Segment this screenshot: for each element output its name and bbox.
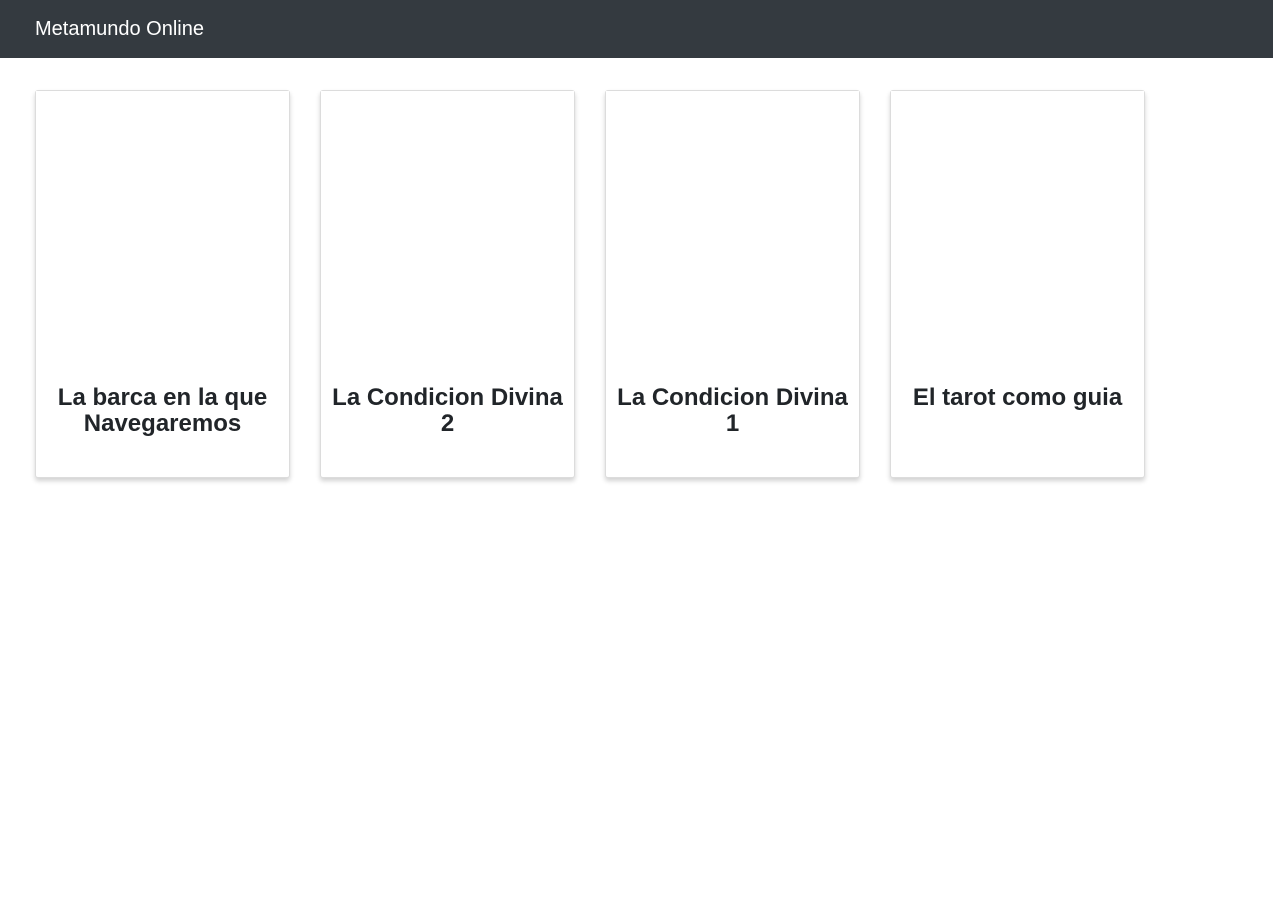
card-grid: La barca en la que Navegaremos La Condic…	[35, 90, 1145, 478]
article-card[interactable]: La Condicion Divina 2	[320, 90, 575, 478]
article-card[interactable]: La Condicion Divina 1	[605, 90, 860, 478]
card-title: La Condicion Divina 2	[332, 384, 563, 437]
card-title: El tarot como guia	[912, 384, 1123, 411]
top-navbar: Metamundo Online	[0, 0, 1273, 58]
card-image	[36, 91, 289, 371]
card-title: La Condicion Divina 1	[617, 384, 848, 437]
card-image	[606, 91, 859, 371]
article-card[interactable]: La barca en la que Navegaremos	[35, 90, 290, 478]
brand-link[interactable]: Metamundo Online	[35, 17, 204, 41]
article-card[interactable]: El tarot como guia	[890, 90, 1145, 478]
card-title: La barca en la que Navegaremos	[57, 384, 268, 437]
card-image	[891, 91, 1144, 371]
card-image	[321, 91, 574, 371]
